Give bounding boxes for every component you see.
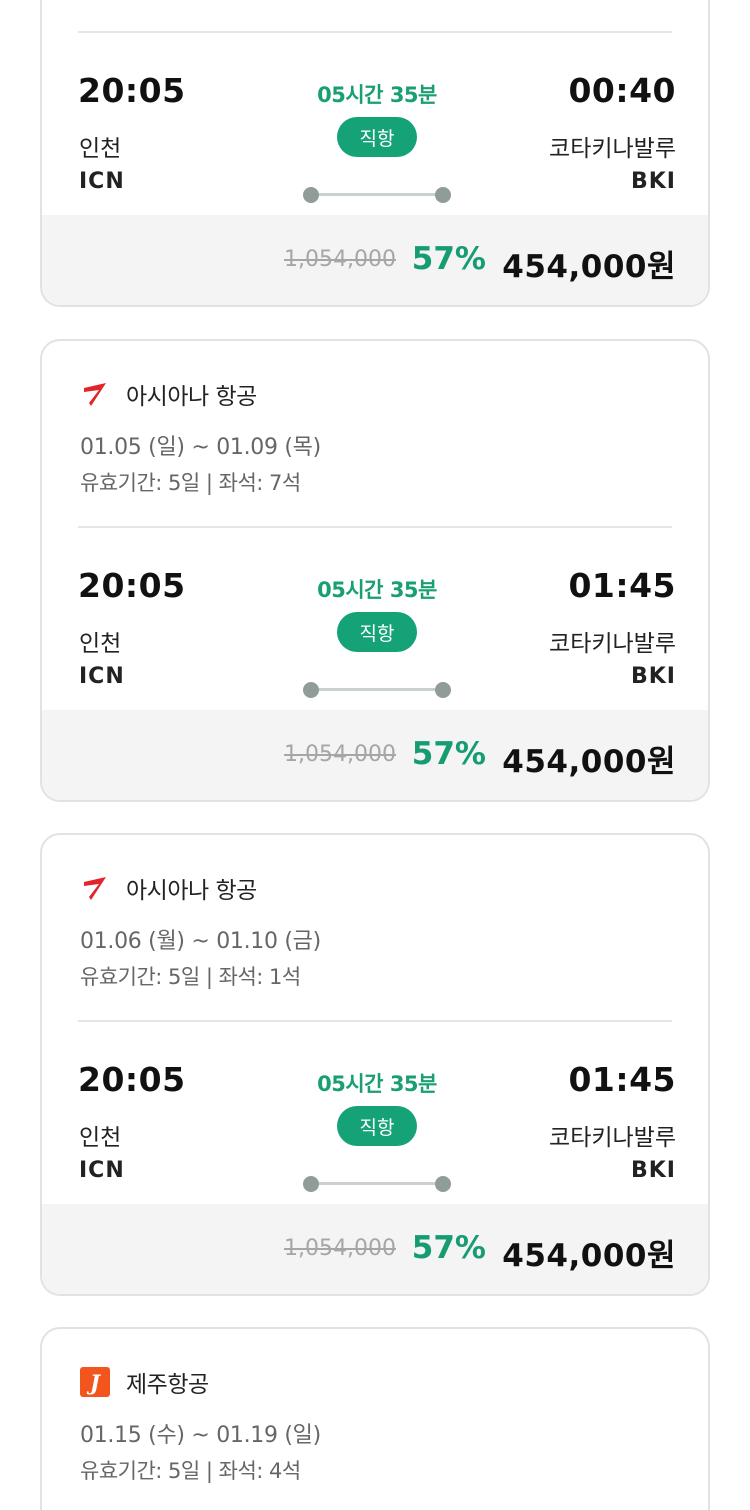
arrival-time: 00:40 <box>568 71 676 110</box>
airline-name: 아시아나 항공 <box>126 878 257 904</box>
flight-card[interactable]: 20:05 05시간 35분 직항 00:40 인천 코타키나발루 ICN BK… <box>40 0 710 307</box>
destination-dot <box>435 187 451 203</box>
final-price: 454,000원 <box>502 1238 676 1274</box>
asiana-logo-icon <box>80 379 110 409</box>
validity-seats: 유효기간: 5일 | 좌석: 1석 <box>80 965 301 989</box>
final-price: 454,000원 <box>502 249 676 285</box>
direct-badge: 직항 <box>337 612 417 652</box>
price-bar: 1,054,000 57% 454,000원 <box>42 1204 708 1294</box>
validity-seats: 유효기간: 5일 | 좌석: 4석 <box>80 1459 301 1483</box>
route-line <box>303 682 451 698</box>
discount-rate: 57% <box>411 241 486 277</box>
departure-city: 인천 <box>79 1125 122 1151</box>
travel-dates: 01.06 (월) ~ 01.10 (금) <box>80 929 321 954</box>
destination-dot <box>435 1176 451 1192</box>
final-price: 454,000원 <box>502 744 676 780</box>
arrival-city: 코타키나발루 <box>549 1125 676 1151</box>
price-bar: 1,054,000 57% 454,000원 <box>42 710 708 800</box>
airline-row: 아시아나 항공 <box>80 871 257 905</box>
departure-code: ICN <box>79 664 125 689</box>
departure-city: 인천 <box>79 136 122 162</box>
route-line <box>303 187 451 203</box>
arrival-code: BKI <box>630 1158 676 1183</box>
original-price: 1,054,000 <box>284 742 396 767</box>
airline-name: 제주항공 <box>126 1372 209 1398</box>
arrival-time: 01:45 <box>568 566 676 605</box>
card-header: J 제주항공 01.15 (수) ~ 01.19 (일) 유효기간: 5일 | … <box>42 1329 708 1510</box>
price-bar: 1,054,000 57% 454,000원 <box>42 215 708 305</box>
arrival-city: 코타키나발루 <box>549 631 676 657</box>
flight-info: 20:05 05시간 35분 직항 01:45 인천 코타키나발루 ICN BK… <box>42 1022 708 1206</box>
flight-card[interactable]: 아시아나 항공 01.06 (월) ~ 01.10 (금) 유효기간: 5일 |… <box>40 833 710 1296</box>
travel-dates: 01.05 (일) ~ 01.09 (목) <box>80 435 321 460</box>
jejuair-logo-icon: J <box>80 1367 110 1397</box>
flight-deal-list: 20:05 05시간 35분 직항 00:40 인천 코타키나발루 ICN BK… <box>0 0 750 1510</box>
flight-card[interactable]: J 제주항공 01.15 (수) ~ 01.19 (일) 유효기간: 5일 | … <box>40 1327 710 1510</box>
travel-dates: 01.15 (수) ~ 01.19 (일) <box>80 1423 321 1448</box>
flight-info: 20:05 05시간 35분 직항 00:40 인천 코타키나발루 ICN BK… <box>42 33 708 217</box>
asiana-logo-icon <box>80 873 110 903</box>
discount-rate: 57% <box>411 736 486 772</box>
flight-info: 20:05 05시간 35분 직항 01:45 인천 코타키나발루 ICN BK… <box>42 528 708 712</box>
destination-dot <box>435 682 451 698</box>
departure-city: 인천 <box>79 631 122 657</box>
original-price: 1,054,000 <box>284 247 396 272</box>
origin-dot <box>303 1176 319 1192</box>
arrival-code: BKI <box>630 664 676 689</box>
origin-dot <box>303 187 319 203</box>
route-line <box>303 1176 451 1192</box>
arrival-time: 01:45 <box>568 1060 676 1099</box>
validity-seats: 유효기간: 5일 | 좌석: 7석 <box>80 471 301 495</box>
origin-dot <box>303 682 319 698</box>
departure-code: ICN <box>79 1158 125 1183</box>
card-header: 아시아나 항공 01.05 (일) ~ 01.09 (목) 유효기간: 5일 |… <box>42 341 708 526</box>
departure-code: ICN <box>79 169 125 194</box>
original-price: 1,054,000 <box>284 1236 396 1261</box>
direct-badge: 직항 <box>337 117 417 157</box>
direct-badge: 직항 <box>337 1106 417 1146</box>
flight-card[interactable]: 아시아나 항공 01.05 (일) ~ 01.09 (목) 유효기간: 5일 |… <box>40 339 710 802</box>
airline-row: J 제주항공 <box>80 1365 209 1399</box>
discount-rate: 57% <box>411 1230 486 1266</box>
arrival-city: 코타키나발루 <box>549 136 676 162</box>
card-header: 아시아나 항공 01.06 (월) ~ 01.10 (금) 유효기간: 5일 |… <box>42 835 708 1020</box>
airline-name: 아시아나 항공 <box>126 384 257 410</box>
airline-row: 아시아나 항공 <box>80 377 257 411</box>
arrival-code: BKI <box>630 169 676 194</box>
